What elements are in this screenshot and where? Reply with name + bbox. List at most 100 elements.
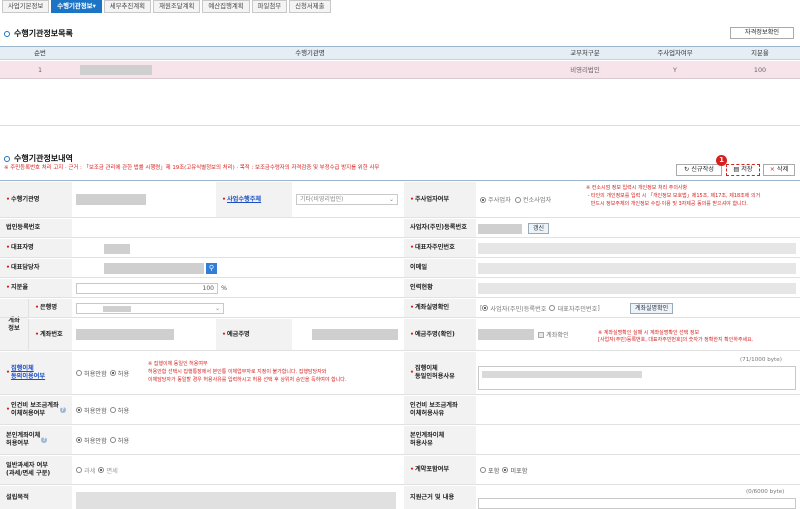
ceo-label-text: 대표자명 bbox=[10, 244, 34, 251]
self-radio-no[interactable] bbox=[109, 437, 116, 443]
exec-allow-radios: 허용안함 허용 bbox=[76, 352, 129, 394]
bank-select[interactable]: ⌄ bbox=[76, 303, 224, 314]
self-radio-yes[interactable] bbox=[76, 437, 82, 443]
ceo-id-input[interactable] bbox=[478, 243, 796, 254]
purpose-label: 설립목적 bbox=[0, 486, 72, 509]
acct-opt2: 대표자주민번호 bbox=[557, 305, 598, 313]
share-unit: % bbox=[221, 284, 228, 292]
self-label: 본인계좌이체 허용여부? bbox=[0, 426, 72, 454]
labor-label: • 인건비 보조금계좌 이체허용여부? bbox=[0, 396, 72, 424]
contract-opt2: 미포함 bbox=[510, 467, 528, 475]
depositor-check-input[interactable] bbox=[478, 329, 534, 340]
tab-budget-plan[interactable]: 예산집행계획 bbox=[202, 0, 250, 13]
main-biz-opt2: 컨소사업자 bbox=[522, 197, 552, 204]
refresh-biz-button[interactable]: 갱신 bbox=[528, 223, 550, 234]
support-basis-textarea[interactable] bbox=[478, 498, 796, 509]
acct-radio-biz[interactable] bbox=[482, 305, 489, 311]
save-button[interactable]: ▤ 저장 bbox=[726, 164, 760, 176]
biz-type-select[interactable]: 기타(비영리법인) ⌄ bbox=[296, 194, 398, 205]
depositor-input[interactable] bbox=[312, 329, 398, 340]
col-share: 지분율 bbox=[751, 49, 769, 57]
step-marker-badge: 1 bbox=[716, 155, 727, 166]
qualification-check-button[interactable]: 자격정보확인 bbox=[730, 27, 794, 39]
email-input[interactable] bbox=[478, 263, 796, 274]
table-row[interactable]: 1 비영리법인 Y 100 bbox=[0, 61, 800, 79]
biz-no-redacted bbox=[478, 224, 522, 234]
acct-radio-ceo[interactable] bbox=[549, 305, 556, 311]
email-label: 이메일 bbox=[404, 259, 476, 277]
account-verify-button[interactable]: 계좌실명확인 bbox=[630, 303, 674, 314]
exec-reason-textarea[interactable] bbox=[478, 366, 796, 390]
help-icon[interactable]: ? bbox=[59, 407, 66, 413]
main-biz-label: • 주사업자여부 bbox=[404, 182, 476, 217]
account-confirm-checkbox[interactable] bbox=[538, 331, 544, 338]
biz-type-link[interactable]: 사업수행주체 bbox=[227, 196, 261, 204]
biz-type-label: • 사업수행주체 bbox=[216, 182, 292, 217]
delete-button-label: 삭제 bbox=[776, 166, 789, 173]
byte-count-2: (0/6000 byte) bbox=[746, 489, 785, 495]
ceo-name-redacted bbox=[104, 244, 130, 254]
account-no-label-text: 계좌번호 bbox=[39, 330, 63, 338]
byte-count-1: (71/1000 byte) bbox=[740, 357, 782, 363]
tax-radio-exempt[interactable] bbox=[98, 467, 105, 473]
exec-radio-yes[interactable] bbox=[109, 370, 116, 376]
row-main: Y bbox=[673, 66, 677, 74]
section-bullet-icon bbox=[4, 156, 10, 162]
tab-detail-plan[interactable]: 세부추진계획 bbox=[103, 0, 152, 13]
new-button[interactable]: ↻ 신규작성 bbox=[676, 164, 722, 176]
tab-attachments[interactable]: 파일첨부 bbox=[251, 0, 288, 13]
contract-label-text: 계약포함여부 bbox=[414, 466, 450, 473]
tax-opt1: 과세 bbox=[84, 467, 96, 475]
form-row-share: • 지분율 100 % 인력현황 bbox=[0, 279, 800, 298]
privacy-notice: ※ 주민등록번호 처리 고지 · 근거 : 「보조금 관리에 관한 법률 시행령… bbox=[4, 165, 380, 171]
tab-basic-info[interactable]: 사업기본정보 bbox=[2, 0, 50, 13]
bank-redacted bbox=[103, 306, 131, 312]
manager-input[interactable] bbox=[104, 263, 204, 274]
col-org-name: 수행기관명 bbox=[295, 49, 325, 57]
contract-label: • 계약포함여부 bbox=[404, 456, 476, 484]
tab-org-info[interactable]: 수행기관정보▾ bbox=[51, 0, 102, 13]
contract-radio-include[interactable] bbox=[480, 467, 486, 473]
labor-radio-yes[interactable] bbox=[76, 407, 82, 413]
exec-opt-no: 허용안함 bbox=[84, 370, 107, 378]
form-row-org: • 수행기관명 • 사업수행주체 기타(비영리법인) ⌄ • 주사업자여부 주사업자 컨… bbox=[0, 182, 800, 218]
account-no-input[interactable] bbox=[76, 329, 174, 340]
form-row-manager: • 대표담당자 ⚲ 이메일 bbox=[0, 259, 800, 278]
staff-label: 인력현황 bbox=[404, 279, 476, 297]
manager-label-text: 대표담당자 bbox=[10, 264, 40, 271]
main-biz-radio-main[interactable] bbox=[480, 196, 486, 203]
org-name-input-redacted[interactable] bbox=[76, 194, 146, 205]
main-biz-radios: 주사업자 컨소사업자 bbox=[480, 182, 551, 217]
depositor-check-label-text: 예금주명(확인) bbox=[414, 330, 455, 338]
section-bullet-icon bbox=[4, 31, 10, 37]
share-input[interactable]: 100 bbox=[76, 283, 218, 294]
depositor-label: • 예금주명 bbox=[216, 319, 292, 350]
staff-input[interactable] bbox=[478, 283, 796, 294]
help-icon[interactable]: ? bbox=[41, 437, 48, 443]
exec-reason-redacted bbox=[482, 371, 642, 378]
main-biz-radio-consortium[interactable] bbox=[514, 196, 521, 203]
exec-allow-link[interactable]: 집행이체 동의이용여부 bbox=[11, 365, 45, 381]
labor-radio-no[interactable] bbox=[109, 407, 116, 413]
tab-funding-plan[interactable]: 재원조달계획 bbox=[153, 0, 201, 13]
form-row-corp: 법인등록번호 사업자(주민)등록번호 갱신 bbox=[0, 219, 800, 238]
self-label-text: 본인계좌이체 허용여부 bbox=[6, 432, 41, 447]
tax-radio-taxable[interactable] bbox=[76, 467, 82, 473]
contract-radio-exclude[interactable] bbox=[502, 467, 509, 473]
acct-opt1: 사업자(주민)등록번호 bbox=[490, 305, 547, 313]
delete-button[interactable]: × 삭제 bbox=[763, 164, 795, 176]
org-name-label-text: 수행기관명 bbox=[10, 195, 40, 203]
col-grant-type: 교부처구분 bbox=[570, 49, 600, 57]
tab-dropdown-icon: ▾ bbox=[92, 2, 96, 10]
account-no-label: • 계좌번호 bbox=[28, 319, 72, 350]
search-icon[interactable]: ⚲ bbox=[206, 263, 217, 274]
purpose-textarea[interactable] bbox=[76, 492, 396, 509]
org-list-title: 수행기관정보목록 bbox=[4, 28, 73, 39]
exec-radio-no[interactable] bbox=[76, 370, 82, 376]
tax-label: 일반과세자 여부 (과세/면세 구분) bbox=[0, 456, 72, 484]
form-row-account: • 계좌번호 • 예금주명 • 예금주명(확인) 계좌확인 ※ 계좌실명확인 실패 시… bbox=[0, 319, 800, 351]
close-icon: × bbox=[769, 166, 777, 173]
labor-label-text: 인건비 보조금계좌 이체허용여부 bbox=[10, 402, 59, 417]
exec-notice: ※ 집행이체 동일인 허용여부 허용안함 선택시 집행통장에서 본인통 이체업무… bbox=[148, 361, 347, 383]
tab-submit[interactable]: 신청서제출 bbox=[289, 0, 331, 13]
